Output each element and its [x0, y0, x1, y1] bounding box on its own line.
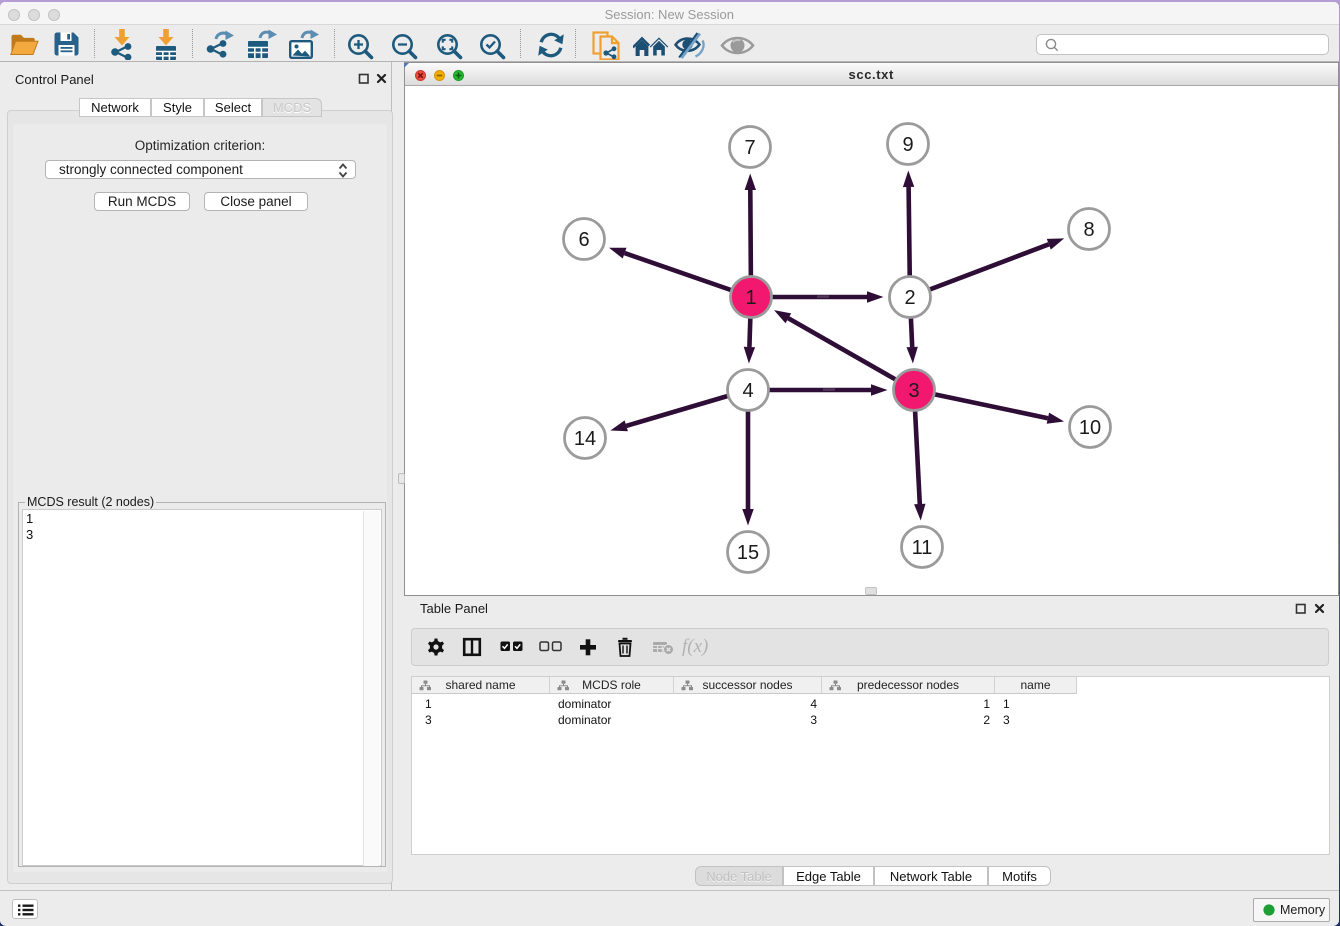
svg-text:9: 9	[902, 134, 913, 156]
svg-text:2: 2	[904, 287, 915, 309]
svg-text:10: 10	[1079, 417, 1101, 439]
svg-text:14: 14	[574, 428, 596, 450]
svg-text:8: 8	[1083, 219, 1094, 241]
svg-text:11: 11	[912, 537, 933, 559]
svg-text:3: 3	[908, 380, 919, 402]
svg-text:4: 4	[742, 380, 753, 402]
svg-text:7: 7	[744, 137, 755, 159]
svg-text:15: 15	[737, 542, 759, 564]
svg-text:6: 6	[578, 229, 589, 251]
svg-text:1: 1	[745, 287, 756, 309]
